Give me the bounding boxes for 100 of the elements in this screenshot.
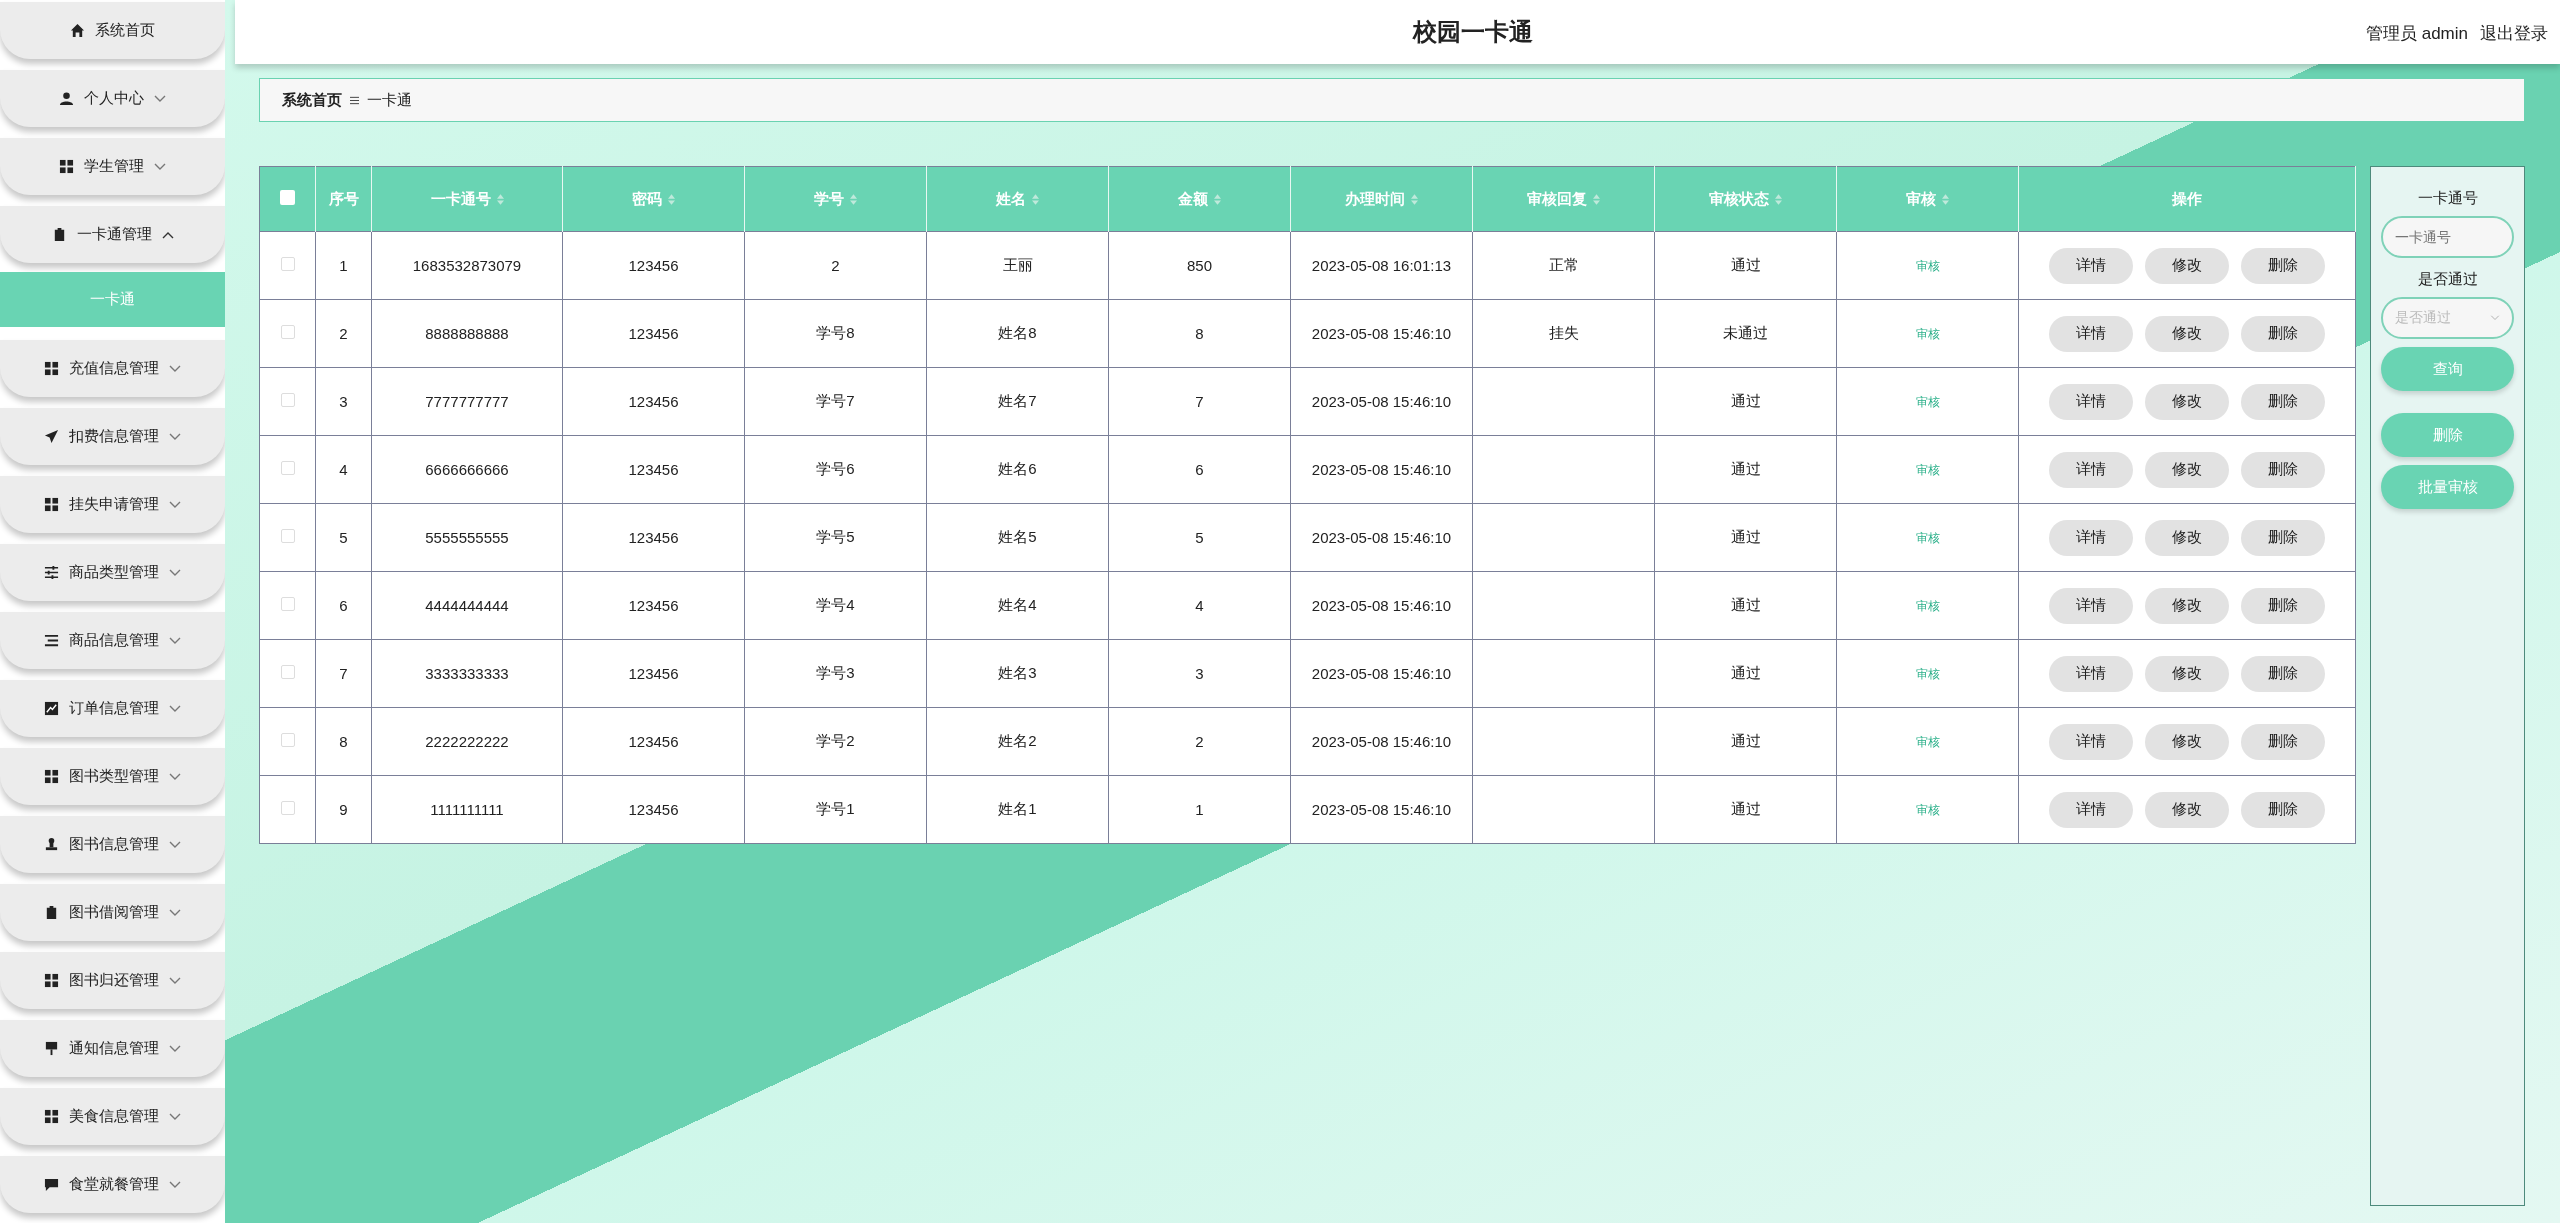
- action-button[interactable]: 详情: [2049, 791, 2133, 828]
- table-cell: 123456: [628, 257, 679, 274]
- stamp-icon: [44, 837, 59, 852]
- table-cell: 2023-05-08 15:46:10: [1311, 461, 1452, 478]
- sidebar-item[interactable]: 美食信息管理: [0, 1088, 225, 1145]
- action-button[interactable]: 详情: [2049, 519, 2133, 556]
- sidebar-item[interactable]: 系统首页: [0, 2, 225, 59]
- table-cell: 学号5: [816, 528, 855, 545]
- list-icon: [44, 633, 59, 648]
- clipboard-icon: [44, 905, 59, 920]
- action-button[interactable]: 修改: [2145, 791, 2229, 828]
- action-button[interactable]: 修改: [2145, 247, 2229, 284]
- table-cell: 通过: [1730, 256, 1761, 273]
- table-cell: 姓名3: [998, 664, 1037, 681]
- action-button[interactable]: 删除: [2241, 587, 2325, 624]
- action-button[interactable]: 删除: [2241, 451, 2325, 488]
- chart-icon: [44, 701, 59, 716]
- table-cell: 123456: [628, 801, 679, 818]
- action-button[interactable]: 修改: [2145, 655, 2229, 692]
- sidebar-item[interactable]: 个人中心: [0, 70, 225, 127]
- action-button[interactable]: 修改: [2145, 383, 2229, 420]
- breadcrumb-link[interactable]: 系统首页: [282, 90, 342, 110]
- sidebar-item[interactable]: 图书归还管理: [0, 952, 225, 1009]
- table-cell: 学号4: [816, 596, 855, 613]
- action-button[interactable]: 删除: [2241, 383, 2325, 420]
- table-cell: 7: [339, 665, 348, 682]
- card-number-field[interactable]: 一卡通号: [2381, 216, 2514, 258]
- action-button[interactable]: 删除: [2241, 723, 2325, 760]
- logout-link[interactable]: 退出登录: [2480, 22, 2548, 45]
- action-button[interactable]: 修改: [2145, 451, 2229, 488]
- action-button[interactable]: 修改: [2145, 587, 2229, 624]
- action-button[interactable]: 删除: [2241, 791, 2325, 828]
- action-button[interactable]: 详情: [2049, 451, 2133, 488]
- table-cell: 1683532873079: [412, 257, 522, 274]
- sidebar-item[interactable]: 通知信息管理: [0, 1020, 225, 1077]
- app-title: 校园一卡通: [1412, 17, 1533, 47]
- action-button[interactable]: 删除: [2241, 655, 2325, 692]
- action-button[interactable]: 详情: [2049, 723, 2133, 760]
- action-button[interactable]: 详情: [2049, 587, 2133, 624]
- action-button[interactable]: 修改: [2145, 315, 2229, 352]
- table-cell: 4444444444: [425, 597, 509, 614]
- chat-icon: [44, 1177, 59, 1192]
- action-button[interactable]: 详情: [2049, 383, 2133, 420]
- action-button[interactable]: 删除: [2241, 247, 2325, 284]
- table-cell: 123456: [628, 597, 679, 614]
- action-button[interactable]: 详情: [2049, 655, 2133, 692]
- row-checkbox[interactable]: [280, 325, 295, 339]
- action-button[interactable]: 删除: [2241, 315, 2325, 352]
- sidebar-item[interactable]: 订单信息管理: [0, 680, 225, 737]
- grid-icon: [44, 497, 59, 512]
- table-cell: 2023-05-08 16:01:13: [1311, 257, 1452, 274]
- field-label: 是否通过: [2417, 270, 2478, 289]
- table-cell: 2023-05-08 15:46:10: [1311, 325, 1452, 342]
- table-cell: 6: [1195, 461, 1204, 478]
- action-button[interactable]: 修改: [2145, 723, 2229, 760]
- table-cell: 挂失: [1548, 324, 1579, 341]
- table-cell: 7777777777: [425, 393, 509, 410]
- action-button[interactable]: 详情: [2049, 247, 2133, 284]
- table-cell: 姓名8: [998, 324, 1037, 341]
- row-checkbox[interactable]: [280, 665, 295, 679]
- table-cell: 2: [831, 257, 840, 274]
- sort-icon: [1214, 193, 1221, 205]
- table-cell: 9: [339, 801, 348, 818]
- table-cell: 8888888888: [425, 325, 509, 342]
- sort-icon: [1942, 193, 1949, 205]
- sidebar-item[interactable]: 学生管理: [0, 138, 225, 195]
- row-checkbox[interactable]: [280, 461, 295, 475]
- chevron-down-icon: [2490, 315, 2500, 321]
- person-icon: [59, 91, 74, 106]
- action-button[interactable]: 修改: [2145, 519, 2229, 556]
- separator-icon: [350, 95, 359, 105]
- select-all-checkbox[interactable]: [280, 190, 295, 205]
- sidebar-item[interactable]: 一卡通管理: [0, 206, 225, 263]
- row-checkbox[interactable]: [280, 801, 295, 815]
- table-cell: 通过: [1730, 392, 1761, 409]
- sliders-icon: [44, 565, 59, 580]
- table-cell: 姓名6: [998, 460, 1037, 477]
- action-button[interactable]: 详情: [2049, 315, 2133, 352]
- table-cell: 3: [339, 393, 348, 410]
- table-cell: 1111111111: [430, 801, 504, 818]
- sidebar-item[interactable]: 图书类型管理: [0, 748, 225, 805]
- sidebar-item[interactable]: 图书借阅管理: [0, 884, 225, 941]
- table-cell: 姓名2: [998, 732, 1037, 749]
- row-checkbox[interactable]: [280, 529, 295, 543]
- row-checkbox[interactable]: [280, 733, 295, 747]
- sidebar-item[interactable]: 食堂就餐管理: [0, 1156, 225, 1213]
- row-checkbox[interactable]: [280, 393, 295, 407]
- sidebar-item[interactable]: 充值信息管理: [0, 340, 225, 397]
- sidebar-item[interactable]: 商品信息管理: [0, 612, 225, 669]
- row-checkbox[interactable]: [280, 597, 295, 611]
- sidebar-item[interactable]: 挂失申请管理: [0, 476, 225, 533]
- sidebar-item[interactable]: 扣费信息管理: [0, 408, 225, 465]
- table-cell: 2222222222: [425, 733, 509, 750]
- table-cell: 3333333333: [425, 665, 509, 682]
- action-button[interactable]: 删除: [2241, 519, 2325, 556]
- sidebar-item[interactable]: 图书信息管理: [0, 816, 225, 873]
- sidebar-item[interactable]: 商品类型管理: [0, 544, 225, 601]
- breadcrumb-link[interactable]: 一卡通: [367, 90, 412, 110]
- row-checkbox[interactable]: [280, 257, 295, 271]
- table-cell: 通过: [1730, 664, 1761, 681]
